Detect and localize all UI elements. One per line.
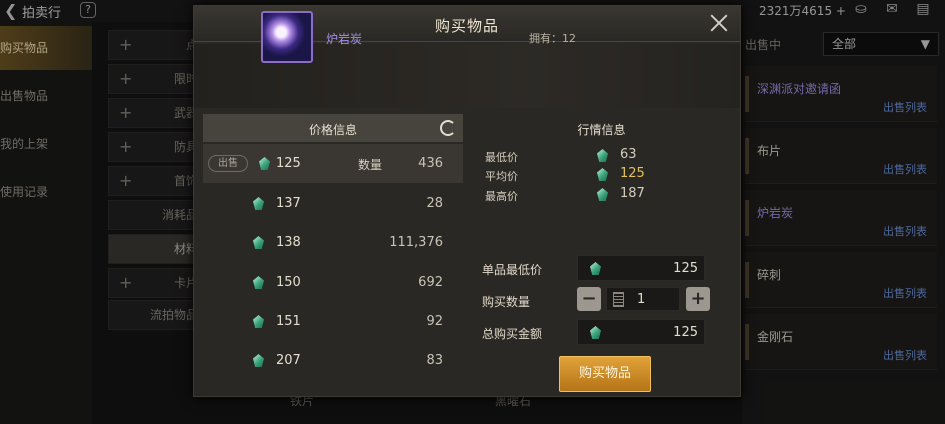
owned-count: 拥有：12 [529,32,576,45]
price-row[interactable]: 151 92 [203,302,463,341]
buy-item-dialog: 购买物品 炉岩炭 拥有：12 价格信息 出售 125 数量 436 137 28… [193,5,741,397]
price-table-title: 价格信息 [308,123,357,137]
price-row[interactable]: 150 692 [203,263,463,302]
market-max-row: 最高价 187 [485,186,645,203]
market-avg-row: 平均价 125 [485,166,645,183]
decrease-quantity-button[interactable]: − [577,287,601,311]
quantity-input[interactable]: 1 [606,287,680,311]
gem-currency-icon [590,326,601,339]
unit-min-price-field: 125 [577,255,705,281]
price-row[interactable]: 138 111,376 [203,223,463,262]
gem-currency-icon [253,276,264,289]
gem-currency-icon [253,236,264,249]
calculator-icon[interactable] [613,292,624,307]
price-row[interactable]: 207 83 [203,341,463,380]
gem-currency-icon [597,188,608,201]
sell-tag: 出售 [208,155,248,172]
close-icon[interactable] [708,12,730,34]
buy-item-button[interactable]: 购买物品 [559,356,651,392]
refresh-icon[interactable] [440,120,456,136]
item-icon [261,11,313,63]
total-price-row: 总购买金额 125 [482,319,712,345]
price-table-header: 价格信息 [203,114,463,142]
increase-quantity-button[interactable]: + [686,287,710,311]
item-name: 炉岩炭 [326,32,363,46]
unit-min-price-row: 单品最低价 125 [482,255,712,281]
price-row[interactable]: 出售 125 数量 436 [203,144,463,183]
gem-currency-icon [597,168,608,181]
buy-quantity-row: 购买数量 − 1 + [482,287,712,313]
gem-currency-icon [253,315,264,328]
gem-currency-icon [253,354,264,367]
price-row[interactable]: 137 28 [203,184,463,223]
total-price-field: 125 [577,319,705,345]
gem-currency-icon [259,157,270,170]
gem-currency-icon [590,262,601,275]
market-min-row: 最低价 63 [485,147,637,164]
gem-currency-icon [597,149,608,162]
gem-currency-icon [253,197,264,210]
market-info-title: 行情信息 [577,123,626,137]
